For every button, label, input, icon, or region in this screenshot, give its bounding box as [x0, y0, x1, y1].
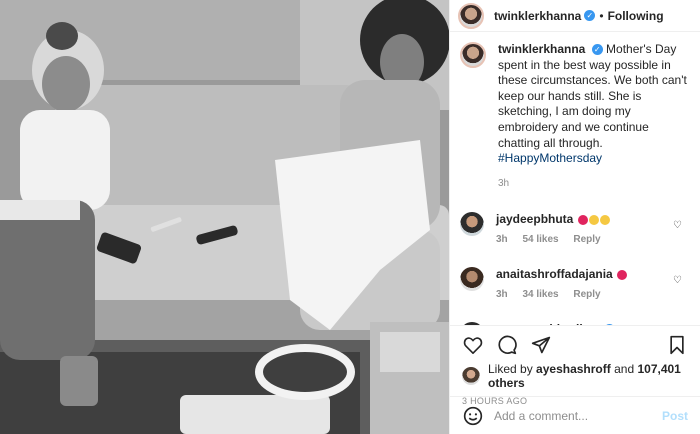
- comment-time: 3h: [496, 288, 508, 300]
- comments-list[interactable]: twinklerkhanna ✓ Mother's Day spent in t…: [450, 32, 700, 325]
- comment-likes[interactable]: 54 likes: [522, 234, 558, 245]
- comment-time: 3h: [496, 233, 508, 245]
- add-comment-bar: Post: [450, 396, 700, 434]
- like-heart-icon[interactable]: [462, 334, 484, 356]
- author-avatar[interactable]: [458, 2, 484, 29]
- caption-username[interactable]: twinklerkhanna: [498, 42, 585, 56]
- post-header: twinklerkhanna ✓ • Following: [450, 0, 700, 32]
- likes-text: Liked by ayeshashroff and 107,401 others: [488, 362, 688, 390]
- author-username[interactable]: twinklerkhanna: [494, 9, 581, 23]
- caption-time: 3h: [498, 177, 510, 189]
- grin-emoji-icon: [588, 214, 599, 225]
- action-icons: [450, 326, 700, 358]
- reply-button[interactable]: Reply: [573, 234, 600, 245]
- comment-likes[interactable]: 34 likes: [522, 289, 558, 300]
- share-paper-plane-icon[interactable]: [530, 334, 552, 356]
- liked-by-label: Liked by: [488, 362, 533, 376]
- add-comment-input[interactable]: [494, 408, 662, 423]
- instagram-post: twinklerkhanna ✓ • Following twinklerkha…: [0, 0, 700, 434]
- post-comment-button[interactable]: Post: [662, 409, 688, 423]
- separator-dot: •: [599, 8, 604, 23]
- post-photo[interactable]: [0, 0, 449, 434]
- verified-badge-icon: ✓: [591, 44, 603, 56]
- caption-body: twinklerkhanna ✓ Mother's Day spent in t…: [498, 42, 688, 190]
- heart-emoji-icon: [617, 269, 628, 280]
- liked-by-user[interactable]: ayeshashroff: [536, 362, 611, 376]
- like-comment-heart-icon[interactable]: ♡: [673, 220, 682, 231]
- post-side-panel: twinklerkhanna ✓ • Following twinklerkha…: [449, 0, 700, 434]
- bookmark-save-icon[interactable]: [666, 334, 688, 356]
- grin-emoji-icon: [599, 214, 610, 225]
- liked-and-label: and: [614, 362, 635, 376]
- comment-username[interactable]: jaydeepbhuta: [496, 212, 573, 226]
- caption-hashtag[interactable]: #HappyMothersday: [498, 151, 602, 165]
- likes-summary: Liked by ayeshashroff and 107,401 others: [450, 358, 700, 390]
- comment-item: anaitashroffadajania 3h 34 likes Reply ♡: [460, 266, 688, 300]
- heart-emoji-icon: [577, 214, 588, 225]
- following-button[interactable]: Following: [608, 9, 664, 23]
- comment-bubble-icon[interactable]: [496, 334, 518, 356]
- verified-badge-icon: ✓: [584, 10, 596, 21]
- caption-avatar[interactable]: [460, 42, 486, 68]
- caption-text: Mother's Day spent in the best way possi…: [498, 42, 687, 150]
- photo-illustration: [0, 0, 449, 434]
- comment-item: jaydeepbhuta 3h 54 likes Reply ♡: [460, 211, 688, 245]
- comment-username[interactable]: anaitashroffadajania: [496, 267, 613, 281]
- like-comment-heart-icon[interactable]: ♡: [673, 275, 682, 286]
- emoji-smiley-icon[interactable]: [462, 405, 484, 427]
- commenter-avatar[interactable]: [460, 211, 484, 236]
- liker-avatar[interactable]: [462, 367, 480, 385]
- commenter-avatar[interactable]: [460, 266, 484, 291]
- reply-button[interactable]: Reply: [573, 289, 600, 300]
- post-caption: twinklerkhanna ✓ Mother's Day spent in t…: [460, 42, 688, 190]
